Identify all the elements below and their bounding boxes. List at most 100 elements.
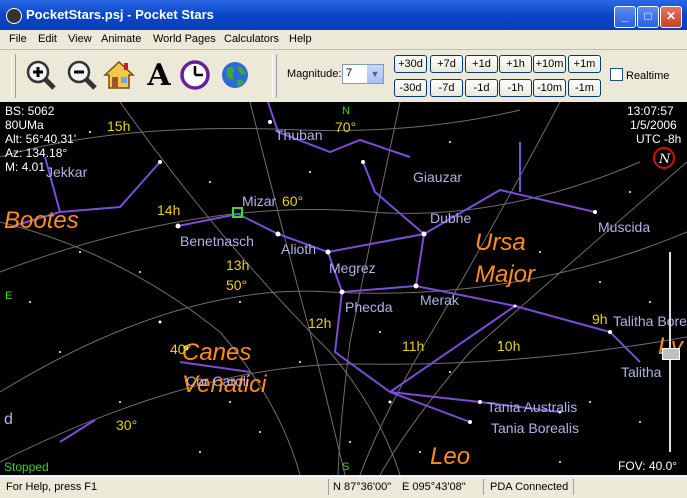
time-minus-1m-button[interactable]: -1m (568, 79, 601, 97)
label-giauzar: Giauzar (413, 169, 462, 185)
constellation-major: Major (475, 261, 536, 288)
label-muscida: Muscida (598, 219, 650, 235)
grid-label-15h: 15h (107, 118, 130, 134)
menu-bar: File Edit View Animate World Pages Calcu… (0, 30, 687, 50)
compass-icon-glyph: N (658, 152, 671, 167)
menu-animate[interactable]: Animate (101, 33, 141, 45)
star-muscida[interactable] (593, 210, 597, 214)
sky-canvas[interactable]: Bootes Ursa Major Canes Venatici Leo Ly … (0, 102, 687, 475)
constellation-bootes: Bootes (4, 207, 79, 234)
grid-label-11h: 11h (402, 338, 424, 354)
compass-icon[interactable]: N (653, 147, 675, 169)
chevron-down-icon[interactable]: ▼ (367, 65, 383, 83)
grid-label-60: 60° (282, 193, 303, 209)
realtime-checkbox[interactable]: Realtime (610, 68, 669, 82)
clock-date: 1/5/2006 (630, 118, 677, 132)
star-giauzar[interactable] (361, 160, 365, 164)
globe-icon[interactable] (218, 58, 252, 92)
toolbar: A Magnitude: 7 ▼ +30d +7d +1d +1h +10m +… (0, 50, 687, 103)
zoom-slider-thumb[interactable] (662, 348, 680, 360)
edge-label: d (4, 411, 13, 428)
time-minus-30d-button[interactable]: -30d (394, 79, 427, 97)
label-merak: Merak (420, 292, 460, 308)
star-benetnasch[interactable] (175, 223, 181, 229)
star-alioth[interactable] (275, 231, 281, 237)
zoom-slider[interactable] (662, 252, 680, 462)
toolbar-grip[interactable] (11, 54, 16, 98)
font-icon[interactable]: A (142, 57, 176, 93)
menu-edit[interactable]: Edit (38, 33, 57, 45)
grid-label-13h: 13h (226, 257, 249, 273)
label-mizar: Mizar (242, 193, 277, 209)
label-cor-caroli: Cor Caroli (186, 373, 249, 389)
label-phecda: Phecda (345, 299, 393, 315)
grid-label-12h: 12h (308, 315, 331, 331)
menu-world-pages[interactable]: World Pages (153, 33, 216, 45)
grid-label-50: 50° (226, 277, 247, 293)
constellation-canes: Canes (182, 339, 251, 366)
zoom-in-icon[interactable] (24, 58, 58, 92)
label-dubhe: Dubhe (430, 210, 471, 226)
font-glyph: A (147, 57, 171, 93)
label-tania-australis: Tania Australis (487, 399, 577, 415)
coordinate-grid (0, 102, 687, 475)
time-plus-1d-button[interactable]: +1d (465, 55, 498, 73)
grid-label-70: 70° (335, 119, 356, 135)
constellation-ursa: Ursa (475, 229, 526, 256)
star-talitha[interactable] (608, 330, 612, 334)
minimize-button[interactable]: _ (614, 6, 636, 28)
grid-label-9h: 9h (592, 311, 608, 327)
menu-calculators[interactable]: Calculators (224, 33, 279, 45)
grid-label-10h: 10h (497, 338, 520, 354)
toolbar-grip-2[interactable] (272, 54, 277, 98)
status-help: For Help, press F1 (6, 481, 98, 493)
star-tania-australis[interactable] (478, 400, 482, 404)
menu-file[interactable]: File (9, 33, 27, 45)
status-coord-n: N 87°36'00" (333, 481, 392, 493)
close-button[interactable]: ✕ (660, 6, 682, 28)
status-coord-e: E 095°43'08" (402, 481, 466, 493)
star-merak[interactable] (413, 283, 419, 289)
realtime-label: Realtime (626, 70, 670, 82)
info-altitude: Alt: 56°40.31' (5, 132, 77, 146)
time-minus-7d-button[interactable]: -7d (430, 79, 463, 97)
label-talitha-borealis: Talitha Borealis (613, 313, 687, 329)
time-minus-1h-button[interactable]: -1h (499, 79, 532, 97)
menu-help[interactable]: Help (289, 33, 312, 45)
checkbox-box[interactable] (610, 68, 623, 81)
sky-map[interactable]: Bootes Ursa Major Canes Venatici Leo Ly … (0, 102, 687, 475)
maximize-button[interactable]: □ (637, 6, 659, 28)
star-thuban[interactable] (268, 120, 272, 124)
constellation-leo: Leo (430, 443, 470, 470)
window-title: PocketStars.psj - Pocket Stars (26, 7, 214, 22)
status-divider (483, 479, 484, 495)
label-talitha: Talitha (621, 364, 662, 380)
time-plus-30d-button[interactable]: +30d (394, 55, 427, 73)
star-tania-borealis[interactable] (468, 420, 472, 424)
time-plus-1h-button[interactable]: +1h (499, 55, 532, 73)
clock-icon[interactable] (178, 58, 212, 92)
time-minus-1d-button[interactable]: -1d (465, 79, 498, 97)
time-plus-1m-button[interactable]: +1m (568, 55, 601, 73)
time-plus-7d-button[interactable]: +7d (430, 55, 463, 73)
info-bs: BS: 5062 (5, 104, 55, 118)
magnitude-label: Magnitude: (287, 68, 342, 80)
time-plus-10m-button[interactable]: +10m (533, 55, 566, 73)
title-bar: PocketStars.psj - Pocket Stars _ □ ✕ (0, 0, 687, 30)
info-azimuth: Az: 134.18° (5, 146, 68, 160)
time-minus-10m-button[interactable]: -10m (533, 79, 566, 97)
grid-label-14h: 14h (157, 202, 180, 218)
star-jekkar[interactable] (158, 160, 162, 164)
magnitude-select[interactable]: 7 ▼ (342, 64, 384, 84)
star-dubhe[interactable] (421, 231, 427, 237)
clock-timezone: UTC -8h (636, 132, 682, 146)
star-megrez[interactable] (325, 249, 331, 255)
label-jekkar: Jekkar (46, 164, 88, 180)
home-icon[interactable] (102, 58, 136, 92)
status-pda: PDA Connected (490, 481, 569, 493)
zoom-out-icon[interactable] (65, 58, 99, 92)
star-phecda[interactable] (339, 289, 345, 295)
info-magnitude: M: 4.01 (5, 160, 46, 174)
run-status: Stopped (4, 460, 49, 474)
menu-view[interactable]: View (68, 33, 92, 45)
